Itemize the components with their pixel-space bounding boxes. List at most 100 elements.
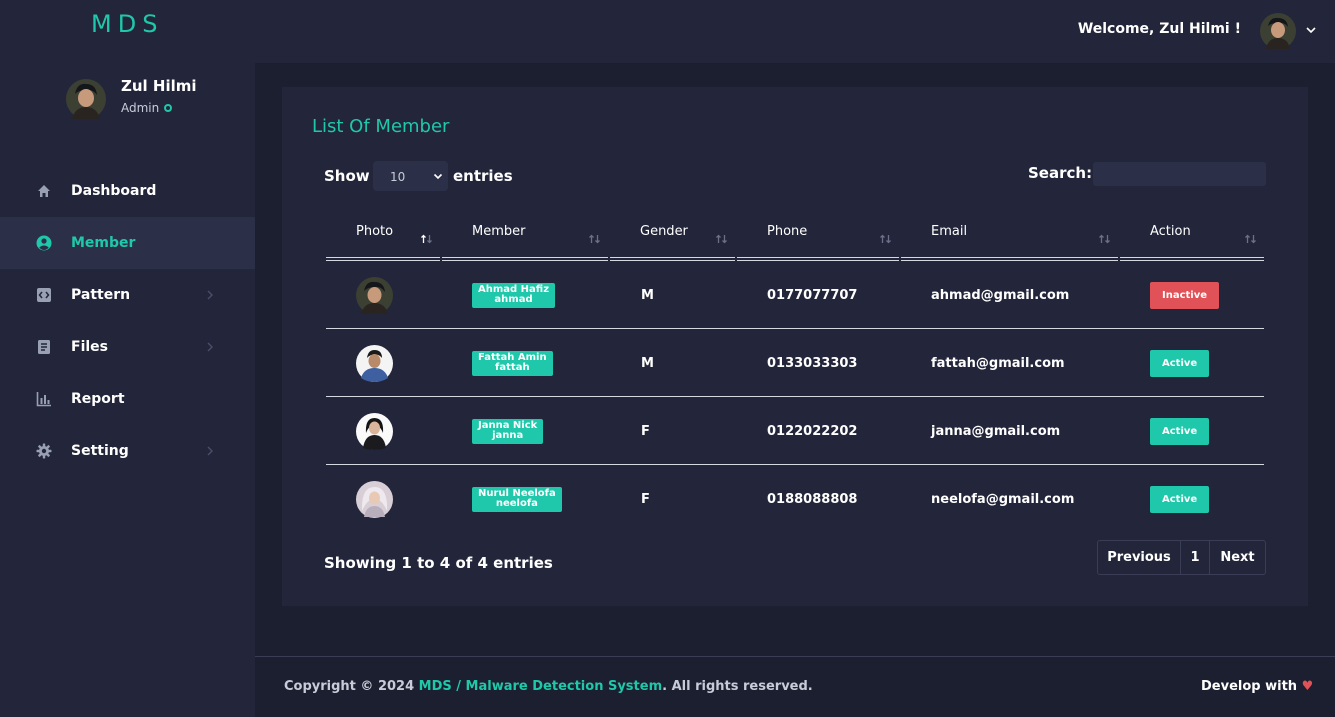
member-list-card: List Of Member Show 10 entries Search: P… bbox=[282, 87, 1308, 606]
column-label: Gender bbox=[640, 224, 688, 239]
column-header-email[interactable]: Email bbox=[901, 211, 1120, 261]
gender-cell: F bbox=[641, 423, 650, 439]
sidebar-item-files[interactable]: Files bbox=[0, 321, 255, 373]
previous-page-button[interactable]: Previous bbox=[1098, 541, 1181, 574]
member-name: Ahmad Hafiz bbox=[478, 283, 550, 295]
status-toggle-button[interactable]: Inactive bbox=[1150, 281, 1220, 309]
email-cell: fattah@gmail.com bbox=[931, 355, 1065, 371]
profile-role: Admin bbox=[121, 101, 173, 115]
column-header-gender[interactable]: Gender bbox=[610, 211, 737, 261]
member-name: Fattah Amin bbox=[478, 351, 547, 363]
member-avatar bbox=[356, 412, 393, 450]
entries-select[interactable]: 10 bbox=[373, 161, 448, 191]
sort-icon bbox=[1245, 234, 1256, 244]
sidebar-item-label: Setting bbox=[71, 443, 129, 459]
table-row: Fattah Amin fattah M 0133033303 fattah@g… bbox=[326, 329, 1264, 397]
chevron-right-icon bbox=[207, 342, 213, 352]
table-row: Janna Nick janna F 0122022202 janna@gmai… bbox=[326, 397, 1264, 465]
sidebar-item-member[interactable]: Member bbox=[0, 217, 255, 269]
email-cell: ahmad@gmail.com bbox=[931, 287, 1070, 303]
sidebar-item-setting[interactable]: Setting bbox=[0, 425, 255, 477]
column-label: Member bbox=[472, 224, 526, 239]
member-username: neelofa bbox=[495, 497, 538, 509]
pagination: Previous 1 Next bbox=[1097, 540, 1266, 575]
bar-chart-icon bbox=[36, 392, 51, 407]
table-info: Showing 1 to 4 of 4 entries bbox=[324, 554, 553, 572]
member-badge: Ahmad Hafiz ahmad bbox=[472, 282, 556, 308]
footer-divider bbox=[255, 656, 1335, 657]
sort-icon bbox=[880, 234, 891, 244]
phone-cell: 0122022202 bbox=[767, 423, 858, 439]
member-name: Nurul Neelofa bbox=[478, 487, 556, 499]
status-toggle-button[interactable]: Active bbox=[1150, 485, 1210, 513]
next-page-button[interactable]: Next bbox=[1210, 541, 1265, 574]
status-toggle-button[interactable]: Active bbox=[1150, 349, 1210, 377]
phone-cell: 0133033303 bbox=[767, 355, 858, 371]
sidebar-item-label: Files bbox=[71, 339, 108, 355]
email-cell: neelofa@gmail.com bbox=[931, 491, 1075, 507]
profile-name: Zul Hilmi bbox=[121, 77, 197, 95]
member-username: janna bbox=[492, 429, 524, 441]
profile-avatar bbox=[66, 79, 106, 119]
table-header: Photo Member Gender Phone Email Action bbox=[326, 211, 1264, 261]
column-header-action[interactable]: Action bbox=[1120, 211, 1266, 261]
member-table: Photo Member Gender Phone Email Action A… bbox=[326, 211, 1264, 533]
search-input[interactable] bbox=[1093, 162, 1266, 186]
member-avatar bbox=[356, 344, 393, 382]
sidebar-item-label: Report bbox=[71, 391, 125, 407]
column-label: Phone bbox=[767, 224, 808, 239]
sidebar-item-label: Member bbox=[71, 235, 136, 251]
online-status-icon bbox=[164, 104, 173, 112]
sidebar-item-dashboard[interactable]: Dashboard bbox=[0, 165, 255, 217]
sidebar: Zul Hilmi Admin Dashboard Member Pattern bbox=[0, 63, 255, 717]
footer-develop: Develop with ♥ bbox=[1201, 679, 1313, 694]
member-cell: Janna Nick janna bbox=[472, 397, 544, 465]
sort-icon bbox=[589, 234, 600, 244]
column-header-photo[interactable]: Photo bbox=[326, 211, 442, 261]
copyright-prefix: Copyright © 2024 bbox=[284, 679, 419, 694]
member-badge: Nurul Neelofa neelofa bbox=[472, 486, 562, 512]
chevron-down-icon bbox=[433, 173, 443, 180]
member-cell: Nurul Neelofa neelofa bbox=[472, 465, 562, 533]
gender-cell: M bbox=[641, 287, 654, 303]
table-row: Ahmad Hafiz ahmad M 0177077707 ahmad@gma… bbox=[326, 261, 1264, 329]
sidebar-item-label: Dashboard bbox=[71, 183, 157, 199]
entries-select-value: 10 bbox=[390, 170, 406, 184]
chevron-right-icon bbox=[207, 290, 213, 300]
sidebar-item-pattern[interactable]: Pattern bbox=[0, 269, 255, 321]
member-username: fattah bbox=[495, 361, 530, 373]
chevron-right-icon bbox=[207, 446, 213, 456]
page-1-button[interactable]: 1 bbox=[1181, 541, 1210, 574]
email-cell: janna@gmail.com bbox=[931, 423, 1061, 439]
member-username: ahmad bbox=[494, 293, 533, 305]
action-cell: Active bbox=[1150, 465, 1210, 533]
sidebar-item-report[interactable]: Report bbox=[0, 373, 255, 425]
chevron-down-icon[interactable] bbox=[1305, 24, 1317, 36]
phone-cell: 0177077707 bbox=[767, 287, 858, 303]
gear-icon bbox=[36, 443, 52, 459]
sidebar-item-label: Pattern bbox=[71, 287, 131, 303]
user-avatar[interactable] bbox=[1260, 13, 1296, 49]
home-icon bbox=[38, 185, 50, 197]
top-bar: MDS Welcome, Zul Hilmi ! bbox=[0, 0, 1335, 63]
status-toggle-button[interactable]: Active bbox=[1150, 417, 1210, 445]
column-label: Photo bbox=[356, 224, 394, 239]
copyright-suffix: . All rights reserved. bbox=[662, 679, 813, 694]
document-icon bbox=[38, 340, 50, 354]
brand-logo[interactable]: MDS bbox=[91, 10, 163, 38]
column-label: Email bbox=[931, 224, 968, 239]
sort-icon bbox=[716, 234, 727, 244]
column-label: Action bbox=[1150, 224, 1191, 239]
photo-cell bbox=[356, 261, 393, 329]
sort-ascending-icon bbox=[421, 234, 432, 244]
footer-link[interactable]: MDS / Malware Detection System bbox=[419, 679, 662, 694]
member-cell: Fattah Amin fattah bbox=[472, 329, 553, 397]
action-cell: Active bbox=[1150, 397, 1210, 465]
search-label: Search: bbox=[1028, 164, 1093, 182]
member-avatar bbox=[356, 276, 393, 314]
table-row: Nurul Neelofa neelofa F 0188088808 neelo… bbox=[326, 465, 1264, 533]
column-header-member[interactable]: Member bbox=[442, 211, 610, 261]
column-header-phone[interactable]: Phone bbox=[737, 211, 901, 261]
member-badge: Janna Nick janna bbox=[472, 418, 544, 444]
entries-label: entries bbox=[453, 167, 513, 185]
